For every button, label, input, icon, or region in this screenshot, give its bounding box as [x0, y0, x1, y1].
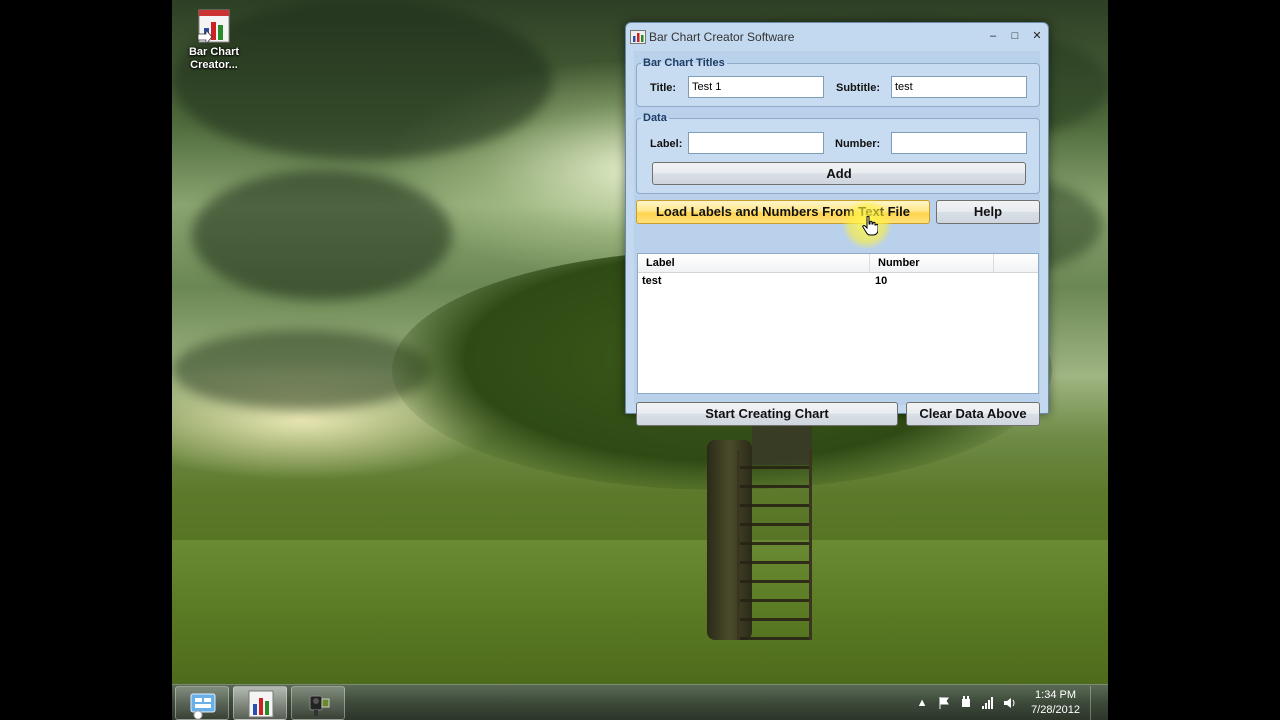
taskbar-control-panel-button[interactable]: [175, 686, 229, 720]
number-field-label: Number:: [835, 138, 881, 150]
list-header: Label Number: [638, 254, 1038, 273]
hand-cursor-icon: [862, 215, 879, 239]
column-header-number[interactable]: Number: [870, 254, 994, 272]
clock[interactable]: 1:34 PM 7/28/2012: [1031, 688, 1080, 718]
data-list[interactable]: Label Number test 10: [637, 253, 1039, 394]
window-client-area: Bar Chart Titles Title: Subtitle: Data L…: [634, 51, 1040, 426]
title-label: Title:: [650, 82, 677, 94]
label-field-label: Label:: [650, 138, 683, 150]
taskbar-bar-chart-button[interactable]: [233, 686, 287, 720]
maximize-button[interactable]: □: [1004, 28, 1026, 46]
data-group-legend: Data: [643, 112, 667, 124]
power-plug-icon[interactable]: [959, 696, 973, 710]
add-button[interactable]: Add: [652, 162, 1026, 185]
start-creating-chart-button[interactable]: Start Creating Chart: [636, 402, 898, 426]
clear-data-button[interactable]: Clear Data Above: [906, 402, 1040, 426]
app-window: Bar Chart Creator Software ‒ □ ✕ Bar Cha…: [625, 22, 1049, 426]
titles-group-legend: Bar Chart Titles: [643, 57, 725, 69]
column-header-label[interactable]: Label: [638, 254, 870, 272]
clock-date: 7/28/2012: [1031, 704, 1080, 716]
desktop-shortcut-label: Bar Chart Creator...: [188, 46, 240, 71]
list-cell-label: test: [642, 275, 662, 287]
clock-time: 1:34 PM: [1035, 689, 1077, 701]
subtitle-input[interactable]: [891, 76, 1027, 98]
volume-icon[interactable]: [1003, 696, 1017, 710]
show-hidden-icons-icon[interactable]: ▲: [915, 696, 929, 710]
action-center-flag-icon[interactable]: [937, 696, 951, 710]
list-row[interactable]: test 10: [638, 273, 1038, 290]
window-title: Bar Chart Creator Software: [649, 30, 795, 44]
number-input[interactable]: [891, 132, 1027, 154]
close-button[interactable]: ✕: [1026, 28, 1048, 46]
taskbar: ▲ 1:34 PM 7/28/2012: [172, 684, 1108, 720]
subtitle-label: Subtitle:: [836, 82, 880, 94]
bar-chart-app-icon: [248, 690, 274, 718]
taskbar-recorder-button[interactable]: [291, 686, 345, 720]
control-panel-icon: [190, 693, 216, 720]
title-input[interactable]: [688, 76, 824, 98]
list-cell-number: 10: [875, 275, 888, 287]
bar-chart-app-icon: [630, 30, 646, 44]
camera-icon: [309, 695, 330, 716]
help-button[interactable]: Help: [936, 200, 1040, 224]
bar-chart-app-icon: [196, 8, 232, 46]
show-desktop-button[interactable]: [1090, 686, 1100, 720]
window-titlebar[interactable]: Bar Chart Creator Software ‒ □ ✕: [626, 23, 1048, 51]
label-input[interactable]: [688, 132, 824, 154]
desktop-shortcut-bar-chart-creator[interactable]: Bar Chart Creator...: [184, 8, 244, 71]
minimize-button[interactable]: ‒: [982, 28, 1004, 46]
signal-strength-icon[interactable]: [981, 696, 995, 710]
system-tray: ▲ 1:34 PM 7/28/2012: [911, 685, 1100, 720]
